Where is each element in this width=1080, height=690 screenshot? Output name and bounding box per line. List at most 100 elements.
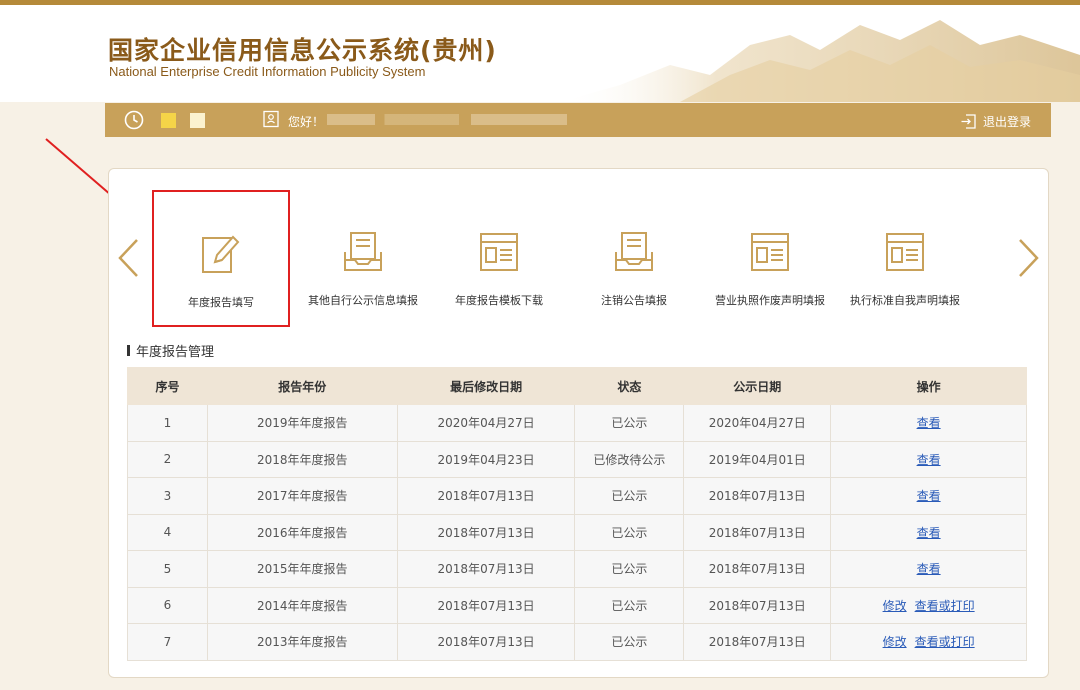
view-link[interactable]: 查看	[917, 489, 941, 503]
table-row: 4 2016年年度报告 2018年07月13日 已公示 2018年07月13日 查看	[127, 513, 1027, 551]
theme-swatch-cream[interactable]	[190, 113, 205, 128]
site-header: 国家企业信用信息公示系统(贵州) National Enterprise Cre…	[0, 5, 1080, 102]
tile-label: 年度报告填写	[188, 296, 254, 309]
cell-no: 7	[127, 623, 208, 661]
cell-year: 2015年年度报告	[206, 550, 398, 588]
inbox-document-icon	[615, 232, 653, 271]
table-header-row: 序号 报告年份 最后修改日期 状态 公示日期 操作	[127, 367, 1027, 405]
theme-swatch-yellow[interactable]	[161, 113, 176, 128]
cell-actions: 查看	[830, 513, 1027, 551]
tile-template-download[interactable]: 年度报告模板下载	[430, 190, 568, 327]
cell-year: 2019年年度报告	[206, 404, 398, 442]
tile-label: 营业执照作废声明填报	[715, 294, 825, 307]
carousel-prev-arrow-icon[interactable]	[115, 237, 143, 279]
view-link[interactable]: 查看	[917, 562, 941, 576]
tile-label: 其他自行公示信息填报	[308, 294, 418, 307]
section-title: 年度报告管理	[127, 341, 214, 360]
cell-modified: 2019年04月23日	[396, 440, 576, 478]
cell-actions: 查看	[830, 440, 1027, 478]
logout-label: 退出登录	[982, 114, 1031, 129]
column-header-year: 报告年份	[206, 367, 398, 405]
cell-status: 已公示	[574, 550, 685, 588]
cell-published: 2020年04月27日	[683, 404, 832, 442]
cell-year: 2013年年度报告	[206, 623, 398, 661]
cell-modified: 2018年07月13日	[396, 513, 576, 551]
table-row: 5 2015年年度报告 2018年07月13日 已公示 2018年07月13日 查看	[127, 550, 1027, 588]
column-header-published: 公示日期	[683, 367, 832, 405]
view-or-print-link[interactable]: 查看或打印	[915, 635, 975, 649]
table-row: 6 2014年年度报告 2018年07月13日 已公示 2018年07月13日 修改 查看或…	[127, 586, 1027, 624]
form-template-icon	[751, 233, 789, 271]
tile-license-void-statement[interactable]: 营业执照作废声明填报	[701, 190, 839, 327]
column-header-actions: 操作	[830, 367, 1027, 405]
logout-button[interactable]: 退出登录	[960, 111, 1031, 131]
cell-no: 5	[127, 550, 208, 588]
cell-actions: 修改 查看或打印	[830, 623, 1027, 661]
cell-actions: 查看	[830, 404, 1027, 442]
table-row: 1 2019年年度报告 2020年04月27日 已公示 2020年04月27日 查看	[127, 404, 1027, 442]
cell-no: 4	[127, 513, 208, 551]
cell-modified: 2020年04月27日	[396, 404, 576, 442]
cell-year: 2014年年度报告	[206, 586, 398, 624]
site-title: 国家企业信用信息公示系统(贵州)	[108, 36, 497, 65]
cell-no: 1	[127, 404, 208, 442]
cell-actions: 查看	[830, 550, 1027, 588]
cell-published: 2018年07月13日	[683, 513, 832, 551]
clock-icon[interactable]	[123, 109, 145, 131]
table-row: 3 2017年年度报告 2018年07月13日 已公示 2018年07月13日 查看	[127, 477, 1027, 515]
form-template-icon	[886, 233, 924, 271]
cell-status: 已修改待公示	[574, 440, 685, 478]
cell-status: 已公示	[574, 586, 685, 624]
cell-published: 2019年04月01日	[683, 440, 832, 478]
table-row: 2 2018年年度报告 2019年04月23日 已修改待公示 2019年04月01日 查看	[127, 440, 1027, 478]
cell-actions: 修改 查看或打印	[830, 586, 1027, 624]
table-row: 7 2013年年度报告 2018年07月13日 已公示 2018年07月13日 修改 查看或…	[127, 623, 1027, 661]
section-title-text: 年度报告管理	[136, 345, 215, 360]
cell-year: 2017年年度报告	[206, 477, 398, 515]
greeting-text: 您好！	[288, 115, 325, 129]
site-subtitle: National Enterprise Credit Information P…	[109, 64, 426, 79]
mountain-landscape-decoration	[560, 20, 1080, 102]
user-card-icon	[263, 110, 279, 128]
cell-published: 2018年07月13日	[683, 586, 832, 624]
tile-label: 注销公告填报	[601, 294, 667, 307]
tile-other-disclosure[interactable]: 其他自行公示信息填报	[294, 190, 432, 327]
annual-report-table: 序号 报告年份 最后修改日期 状态 公示日期 操作 1 2019年年度报告 2020…	[127, 367, 1027, 661]
cell-status: 已公示	[574, 513, 685, 551]
column-header-no: 序号	[127, 367, 208, 405]
user-toolbar: 您好！ 退出登录	[105, 103, 1051, 137]
cell-modified: 2018年07月13日	[396, 477, 576, 515]
tile-standard-self-declaration[interactable]: 执行标准自我声明填报	[836, 190, 974, 327]
cell-status: 已公示	[574, 404, 685, 442]
view-link[interactable]: 查看	[917, 526, 941, 540]
edit-link[interactable]: 修改	[883, 599, 907, 613]
cell-no: 2	[127, 440, 208, 478]
redacted-username	[327, 114, 567, 125]
tile-label: 年度报告模板下载	[455, 294, 543, 307]
section-marker	[127, 345, 130, 356]
cell-modified: 2018年07月13日	[396, 586, 576, 624]
cell-status: 已公示	[574, 477, 685, 515]
cell-published: 2018年07月13日	[683, 550, 832, 588]
view-or-print-link[interactable]: 查看或打印	[915, 599, 975, 613]
edit-link[interactable]: 修改	[883, 635, 907, 649]
cell-modified: 2018年07月13日	[396, 550, 576, 588]
tile-annual-report-fill[interactable]: 年度报告填写	[152, 190, 290, 327]
edit-document-icon	[202, 235, 240, 273]
column-header-status: 状态	[574, 367, 685, 405]
cell-no: 3	[127, 477, 208, 515]
column-header-modified: 最后修改日期	[396, 367, 576, 405]
cell-status: 已公示	[574, 623, 685, 661]
tile-label: 执行标准自我声明填报	[850, 294, 960, 307]
view-link[interactable]: 查看	[917, 453, 941, 467]
cell-no: 6	[127, 586, 208, 624]
cell-year: 2016年年度报告	[206, 513, 398, 551]
cell-year: 2018年年度报告	[206, 440, 398, 478]
cell-modified: 2018年07月13日	[396, 623, 576, 661]
carousel-next-arrow-icon[interactable]	[1014, 237, 1042, 279]
form-template-icon	[480, 233, 518, 271]
cell-actions: 查看	[830, 477, 1027, 515]
tile-cancellation-notice[interactable]: 注销公告填报	[565, 190, 703, 327]
view-link[interactable]: 查看	[917, 416, 941, 430]
logout-icon	[961, 113, 976, 129]
